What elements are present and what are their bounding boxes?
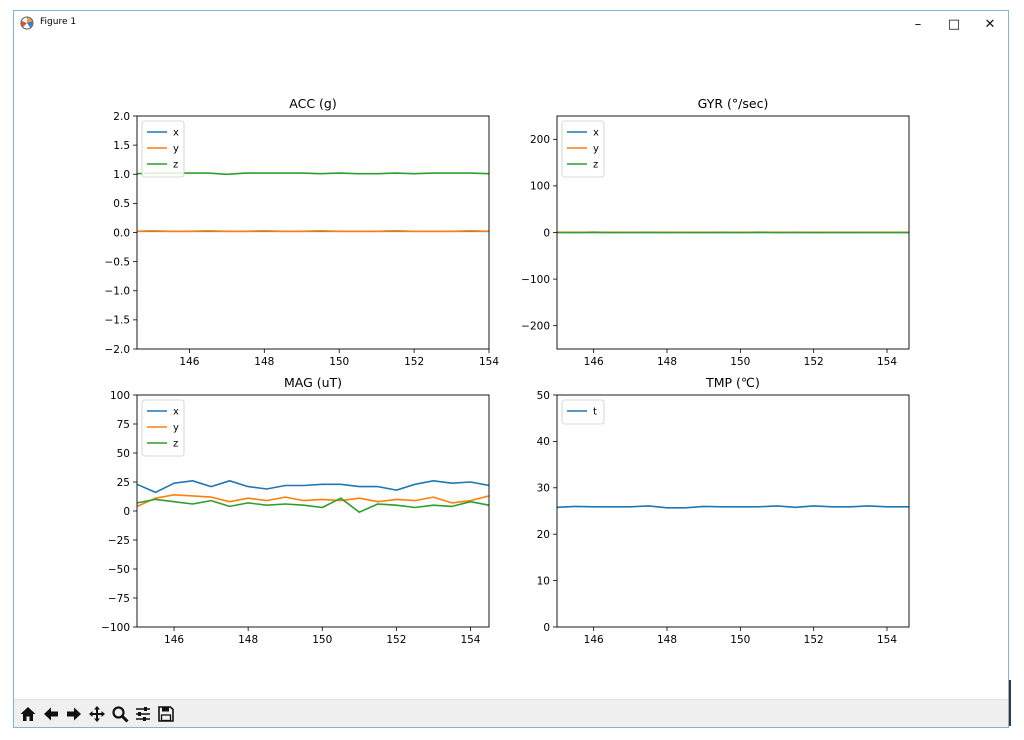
x-tick-label: 150 xyxy=(730,356,750,368)
forward-button[interactable] xyxy=(63,703,85,725)
x-tick-label: 154 xyxy=(877,634,897,646)
y-tick-label: 1.5 xyxy=(113,140,130,152)
legend-label-x: x xyxy=(173,407,179,418)
x-tick-label: 152 xyxy=(804,356,824,368)
y-tick-label: 75 xyxy=(117,419,130,431)
x-tick-label: 154 xyxy=(877,356,897,368)
navigation-toolbar xyxy=(14,699,1008,727)
y-tick-label: −25 xyxy=(108,535,130,547)
acc-title: ACC (g) xyxy=(289,96,336,111)
y-tick-label: −1.5 xyxy=(105,315,131,327)
x-tick-label: 150 xyxy=(730,634,750,646)
legend-label-t: t xyxy=(593,407,597,418)
x-tick-label: 148 xyxy=(254,356,274,368)
forward-icon xyxy=(67,707,81,720)
y-tick-label: 0.0 xyxy=(113,227,130,239)
y-tick-label: 0 xyxy=(543,227,550,239)
tmp-plot-area[interactable] xyxy=(557,395,909,627)
mag-subplot: MAG (uT) 146 148 150 152 154 100 75 50 25 0 −25 −50 −… xyxy=(101,375,490,646)
y-tick-label: 2.0 xyxy=(113,111,130,123)
x-tick-label: 148 xyxy=(238,634,258,646)
x-tick-label: 152 xyxy=(804,634,824,646)
y-tick-label: 25 xyxy=(117,477,130,489)
legend-label-x: x xyxy=(173,128,179,139)
acc-plot-area[interactable] xyxy=(137,116,489,349)
x-tick-label: 154 xyxy=(479,356,499,368)
mag-legend: xyz xyxy=(141,399,185,457)
mag-title: MAG (uT) xyxy=(284,375,342,390)
home-icon xyxy=(20,706,36,721)
y-tick-label: 50 xyxy=(537,390,550,402)
x-tick-label: 152 xyxy=(386,634,406,646)
series-line-y xyxy=(137,230,489,233)
pan-icon xyxy=(89,705,105,722)
home-button[interactable] xyxy=(17,703,39,725)
x-tick-label: 146 xyxy=(584,356,604,368)
acc-subplot: ACC (g) 146 148 150 152 154 2.0 1.5 1.0 0.5 0.0 −0.… xyxy=(105,96,500,368)
window-edge xyxy=(1009,680,1011,726)
y-tick-label: −75 xyxy=(108,593,130,605)
legend-label-y: y xyxy=(173,144,179,155)
mag-plot-area[interactable] xyxy=(137,395,489,627)
zoom-button[interactable] xyxy=(109,703,131,725)
y-tick-label: −200 xyxy=(521,321,550,333)
y-tick-label: 100 xyxy=(110,390,130,402)
x-tick-label: 146 xyxy=(164,634,184,646)
figure-canvas: ACC (g) 146 148 150 152 154 2.0 1.5 1.0 0.5 0.0 −0.… xyxy=(101,96,910,646)
y-tick-label: −50 xyxy=(108,564,130,576)
back-button[interactable] xyxy=(40,703,62,725)
y-tick-label: 50 xyxy=(117,448,130,460)
configure-subplots-button[interactable] xyxy=(132,703,154,725)
save-button[interactable] xyxy=(155,703,177,725)
x-tick-label: 146 xyxy=(584,634,604,646)
legend-label-z: z xyxy=(173,439,178,450)
y-tick-label: −100 xyxy=(101,622,130,634)
y-tick-label: −100 xyxy=(521,274,550,286)
legend-label-x: x xyxy=(593,128,599,139)
gyr-title: GYR (°/sec) xyxy=(698,96,769,111)
y-tick-label: 200 xyxy=(530,134,550,146)
save-icon xyxy=(158,705,174,722)
y-tick-label: −2.0 xyxy=(105,344,131,356)
y-tick-label: 40 xyxy=(537,436,550,448)
tmp-legend: t xyxy=(561,399,605,425)
legend-frame xyxy=(561,399,605,425)
y-tick-label: 0 xyxy=(123,506,130,518)
configure-subplots-icon xyxy=(136,706,150,721)
legend-label-z: z xyxy=(593,160,598,171)
legend-label-y: y xyxy=(173,423,179,434)
x-tick-label: 150 xyxy=(329,356,349,368)
y-tick-label: 30 xyxy=(537,483,550,495)
back-icon xyxy=(44,707,58,720)
x-tick-label: 154 xyxy=(460,634,480,646)
tmp-title: TMP (℃) xyxy=(705,375,760,390)
y-tick-label: 0.5 xyxy=(113,198,130,210)
y-tick-label: −1.0 xyxy=(105,286,131,298)
x-tick-label: 148 xyxy=(657,356,677,368)
y-tick-label: 10 xyxy=(537,575,550,587)
x-tick-label: 152 xyxy=(404,356,424,368)
y-tick-label: 0 xyxy=(543,622,550,634)
y-tick-label: 100 xyxy=(530,181,550,193)
x-tick-label: 148 xyxy=(657,634,677,646)
x-tick-label: 150 xyxy=(312,634,332,646)
zoom-icon xyxy=(112,705,129,723)
tmp-subplot: TMP (℃) 146 148 150 152 154 50 40 30 20 10 0 t xyxy=(537,375,910,646)
y-tick-label: 20 xyxy=(537,529,550,541)
legend-label-y: y xyxy=(593,144,599,155)
y-tick-label: −0.5 xyxy=(105,256,131,268)
gyr-legend: xyz xyxy=(561,120,605,178)
legend-label-z: z xyxy=(173,160,178,171)
gyr-subplot: GYR (°/sec) 146 148 150 152 154 200 100 0 −100 −20… xyxy=(521,96,910,368)
acc-legend: xyz xyxy=(141,120,185,178)
x-tick-label: 146 xyxy=(179,356,199,368)
pan-button[interactable] xyxy=(86,703,108,725)
y-tick-label: 1.0 xyxy=(113,169,130,181)
